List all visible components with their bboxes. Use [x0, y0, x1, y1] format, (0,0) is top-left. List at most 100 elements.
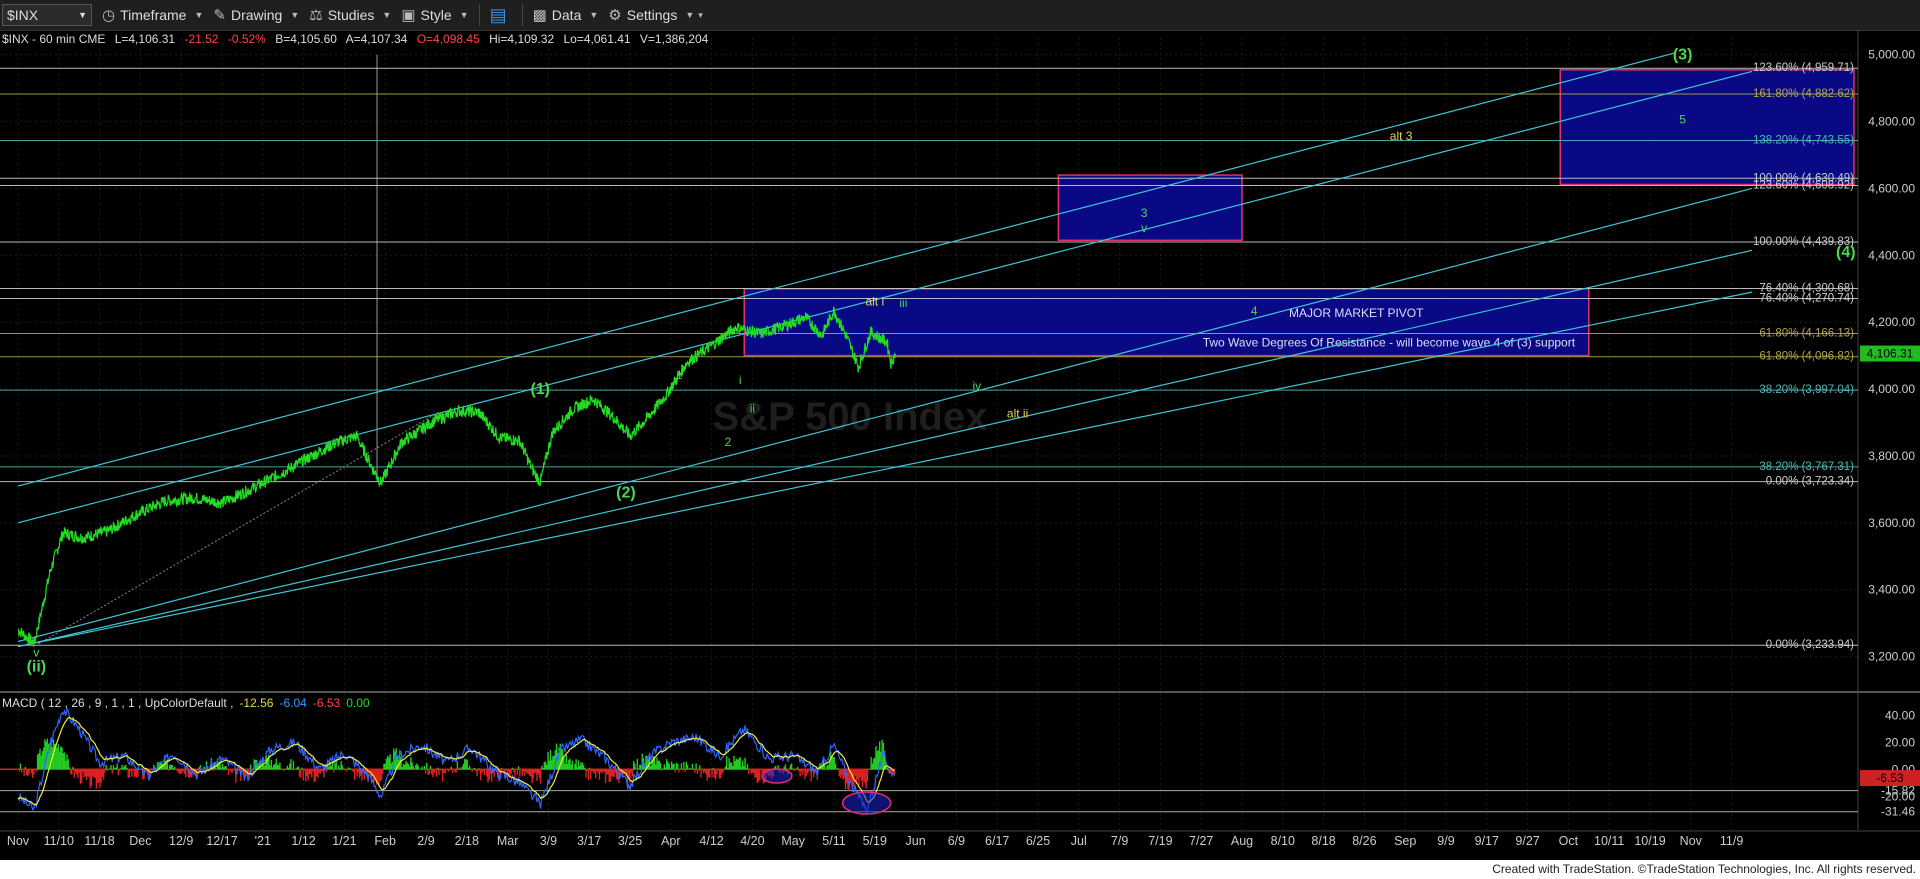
wave-label: (1)	[530, 381, 550, 398]
macd-value: -12.56	[239, 696, 273, 710]
macd-value: -6.04	[279, 696, 307, 710]
x-tick-label: Apr	[661, 834, 680, 848]
caret-down-icon: ▼	[290, 10, 300, 20]
clock-icon: ◷	[102, 7, 116, 24]
chart-area[interactable]: S&P 500 Index MAJOR MARKET PIVOTTwo Wave…	[0, 30, 1920, 860]
chart-header: $INX - 60 min CME L=4,106.31 -21.52 -0.5…	[2, 32, 709, 46]
x-tick-label: 8/26	[1352, 834, 1376, 848]
macd-tick-label: 20.00	[1885, 735, 1915, 749]
fib-label: 161.80% (4,882.62)	[1753, 88, 1854, 100]
x-tick-label: 12/9	[169, 834, 193, 848]
x-tick-label: Aug	[1231, 834, 1253, 848]
box-wave3	[1057, 174, 1243, 242]
caret-down-icon: ▼	[194, 10, 204, 20]
toolbar-divider	[478, 4, 480, 26]
x-tick-label: Sep	[1394, 834, 1416, 848]
footer-credit: Created with TradeStation. ©TradeStation…	[0, 860, 1920, 879]
x-tick-label: 6/9	[948, 834, 965, 848]
x-tick-label: 9/17	[1475, 834, 1499, 848]
x-tick-label: 1/12	[291, 834, 315, 848]
settings-button[interactable]: ⚙ Settings ▼ ▾	[608, 0, 703, 30]
macd-divergence-ellipse-1	[761, 768, 793, 784]
y-tick-label: 3,600.00	[1868, 516, 1915, 530]
timeframe-label: Timeframe	[120, 7, 187, 23]
x-tick-label: 2/18	[455, 834, 479, 848]
quote-line: $INX - 60 min CME L=4,106.31 -21.52 -0.5…	[2, 32, 709, 46]
fib-label: 76.40% (4,270.74)	[1759, 293, 1854, 305]
y-tick-label: 4,400.00	[1868, 248, 1915, 262]
quote-ask: A=4,107.34	[346, 32, 408, 46]
macd-value: -6.53	[313, 696, 341, 710]
x-tick-label: 4/12	[699, 834, 723, 848]
x-tick-label: Nov	[7, 834, 30, 848]
fib-label: 138.20% (4,743.55)	[1753, 134, 1854, 146]
x-tick-label: 1/21	[332, 834, 356, 848]
box-title: MAJOR MARKET PIVOT	[1289, 306, 1424, 320]
symbol-header: $INX - 60 min CME	[2, 32, 105, 46]
fib-label: 61.80% (4,096.82)	[1759, 351, 1854, 363]
fib-label: 123.60% (4,959.71)	[1753, 62, 1854, 74]
chevron-down-icon: ▼	[78, 10, 87, 20]
wave-label: 3	[1141, 206, 1148, 220]
fib-label: 0.00% (3,233.94)	[1766, 639, 1854, 651]
y-tick-label: 3,800.00	[1868, 449, 1915, 463]
box-wave5	[1559, 69, 1855, 186]
style-button[interactable]: ▣ Style ▼	[401, 0, 468, 30]
x-tick-label: 6/25	[1026, 834, 1050, 848]
x-tick-label: 8/18	[1311, 834, 1335, 848]
x-tick-label: 3/25	[618, 834, 642, 848]
x-tick-label: 11/9	[1720, 834, 1743, 848]
drawing-button[interactable]: ✎ Drawing ▼	[213, 0, 299, 30]
y-tick-label: 4,600.00	[1868, 181, 1915, 195]
layout-icon: ▤	[489, 4, 507, 25]
symbol-selector[interactable]: $INX ▼	[2, 4, 92, 26]
y-tick-label: 5,000.00	[1868, 48, 1915, 62]
x-tick-label: May	[781, 834, 805, 848]
macd-divergence-ellipse-2	[841, 791, 892, 815]
x-tick-label: Jun	[906, 834, 926, 848]
quote-high: Hi=4,109.32	[489, 32, 554, 46]
wave-label: 2	[725, 435, 732, 449]
x-tick-label: 10/19	[1634, 834, 1665, 848]
macd-panel: MACD ( 12 , 26 , 9 , 1 , 1 , UpColorDefa…	[0, 696, 1920, 819]
y-tick-label: 4,800.00	[1868, 115, 1915, 129]
x-tick-label: 2/9	[417, 834, 434, 848]
pencil-icon: ✎	[213, 7, 226, 24]
x-tick-label: '21	[255, 834, 271, 848]
y-tick-label: 4,200.00	[1868, 315, 1915, 329]
y-tick-label: 3,400.00	[1868, 583, 1915, 597]
wave-label: (2)	[616, 485, 636, 502]
x-tick-label: 7/27	[1189, 834, 1213, 848]
x-tick-label: Mar	[497, 834, 519, 848]
fib-label: 38.20% (3,767.31)	[1759, 461, 1854, 473]
quote-pct: -0.52%	[228, 32, 266, 46]
fib-label: 61.80% (4,166.13)	[1759, 328, 1854, 340]
x-tick-label: Jul	[1071, 834, 1087, 848]
macd-line	[17, 707, 895, 816]
timeframe-button[interactable]: ◷ Timeframe ▼	[102, 0, 203, 30]
wave-label: i	[739, 373, 742, 387]
x-tick-label: 3/17	[577, 834, 601, 848]
layout-button[interactable]: ▤	[490, 0, 512, 30]
last-price-label: 4,106.31	[1867, 347, 1914, 361]
x-tick-label: 7/9	[1111, 834, 1128, 848]
fib-label: 38.20% (3,997.04)	[1759, 384, 1854, 396]
x-tick-label: 10/11	[1594, 834, 1624, 848]
data-button[interactable]: ▩ Data ▼	[533, 0, 599, 30]
wave-label: alt 3	[1390, 129, 1413, 143]
y-axis: 5,000.00 4,800.00 4,600.00 4,400.00 4,200.00…	[1860, 48, 1920, 664]
x-tick-label: 9/27	[1515, 834, 1539, 848]
x-tick-label: 11/18	[84, 834, 114, 848]
wave-label: (3)	[1673, 47, 1693, 64]
caret-down-icon: ▼	[459, 10, 469, 20]
wave-label: 4	[1251, 304, 1258, 318]
x-tick-label: 6/17	[985, 834, 1009, 848]
quote-volume: V=1,386,204	[640, 32, 709, 46]
data-label: Data	[551, 7, 582, 23]
macd-header: MACD ( 12 , 26 , 9 , 1 , 1 , UpColorDefa…	[2, 696, 370, 710]
x-tick-label: Nov	[1680, 834, 1703, 848]
studies-button[interactable]: ⚖ Studies ▼	[309, 0, 391, 30]
symbol-value: $INX	[7, 7, 39, 23]
style-label: Style	[420, 7, 452, 23]
target-boxes: MAJOR MARKET PIVOT Two Wave Degrees Of Re…	[743, 69, 1855, 357]
